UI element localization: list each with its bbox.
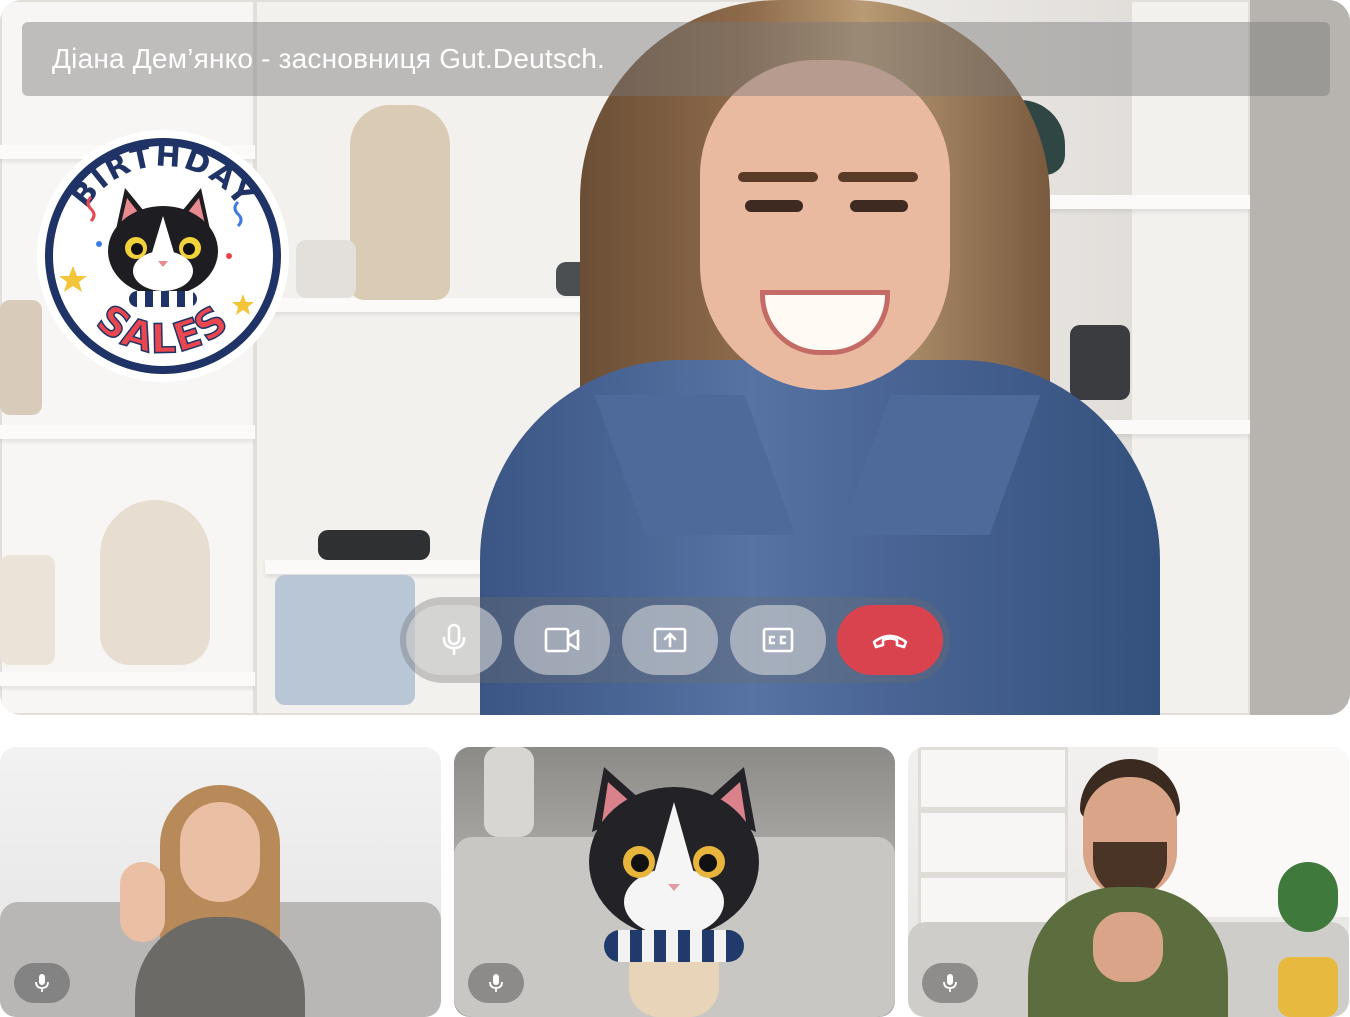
cat-avatar-icon	[589, 767, 759, 1017]
video-camera-icon	[544, 627, 580, 653]
speaker-name-bar: Діана Дем’янко - засновниця Gut.Deutsch.	[22, 22, 1330, 96]
pillow	[1278, 957, 1338, 1017]
share-screen-button[interactable]	[622, 605, 718, 675]
microphone-button[interactable]	[406, 605, 502, 675]
jar	[296, 240, 356, 298]
shelf-board	[0, 672, 255, 686]
eye	[850, 200, 908, 212]
hang-up-phone-icon	[872, 634, 908, 649]
end-call-button[interactable]	[837, 605, 943, 675]
shelf-board	[918, 807, 1068, 813]
bookshelf	[918, 747, 1068, 947]
participant-mic-button[interactable]	[468, 963, 524, 1003]
participant-tile-1[interactable]	[0, 747, 441, 1017]
participant-tile-3[interactable]	[908, 747, 1349, 1017]
microphone-icon	[489, 974, 503, 992]
vase	[100, 500, 210, 665]
vase	[0, 555, 55, 665]
microphone-icon	[35, 974, 49, 992]
eyebrow	[738, 172, 818, 182]
waving-hand	[120, 862, 165, 942]
plant	[1278, 862, 1338, 932]
blue-frame	[275, 575, 415, 705]
birthday-sales-badge: BIRTHDAY SALES	[37, 130, 289, 382]
eye	[745, 200, 803, 212]
shelf-board	[918, 872, 1068, 878]
participant-mic-button[interactable]	[922, 963, 978, 1003]
main-video-feed: Діана Дем’янко - засновниця Gut.Deutsch.	[0, 0, 1350, 715]
microphone-icon	[943, 974, 957, 992]
shelf-board	[0, 425, 255, 439]
screen-share-icon	[653, 627, 687, 653]
face	[180, 802, 260, 902]
wall-edge	[1250, 0, 1350, 715]
call-controls	[400, 597, 950, 683]
letter-stand	[318, 530, 430, 560]
hand-sculpture	[350, 105, 450, 300]
closed-captions-icon	[762, 627, 794, 653]
face	[700, 60, 950, 390]
smile	[765, 295, 885, 350]
participant-mic-button[interactable]	[14, 963, 70, 1003]
participant-tile-2[interactable]	[454, 747, 895, 1017]
microphone-icon	[442, 623, 466, 655]
eyebrow	[838, 172, 918, 182]
clasped-hands	[1093, 912, 1163, 982]
captions-button[interactable]	[730, 605, 826, 675]
camera-button[interactable]	[514, 605, 610, 675]
speaker-name: Діана Дем’янко - засновниця Gut.Deutsch.	[52, 43, 606, 74]
lamp	[484, 747, 534, 837]
